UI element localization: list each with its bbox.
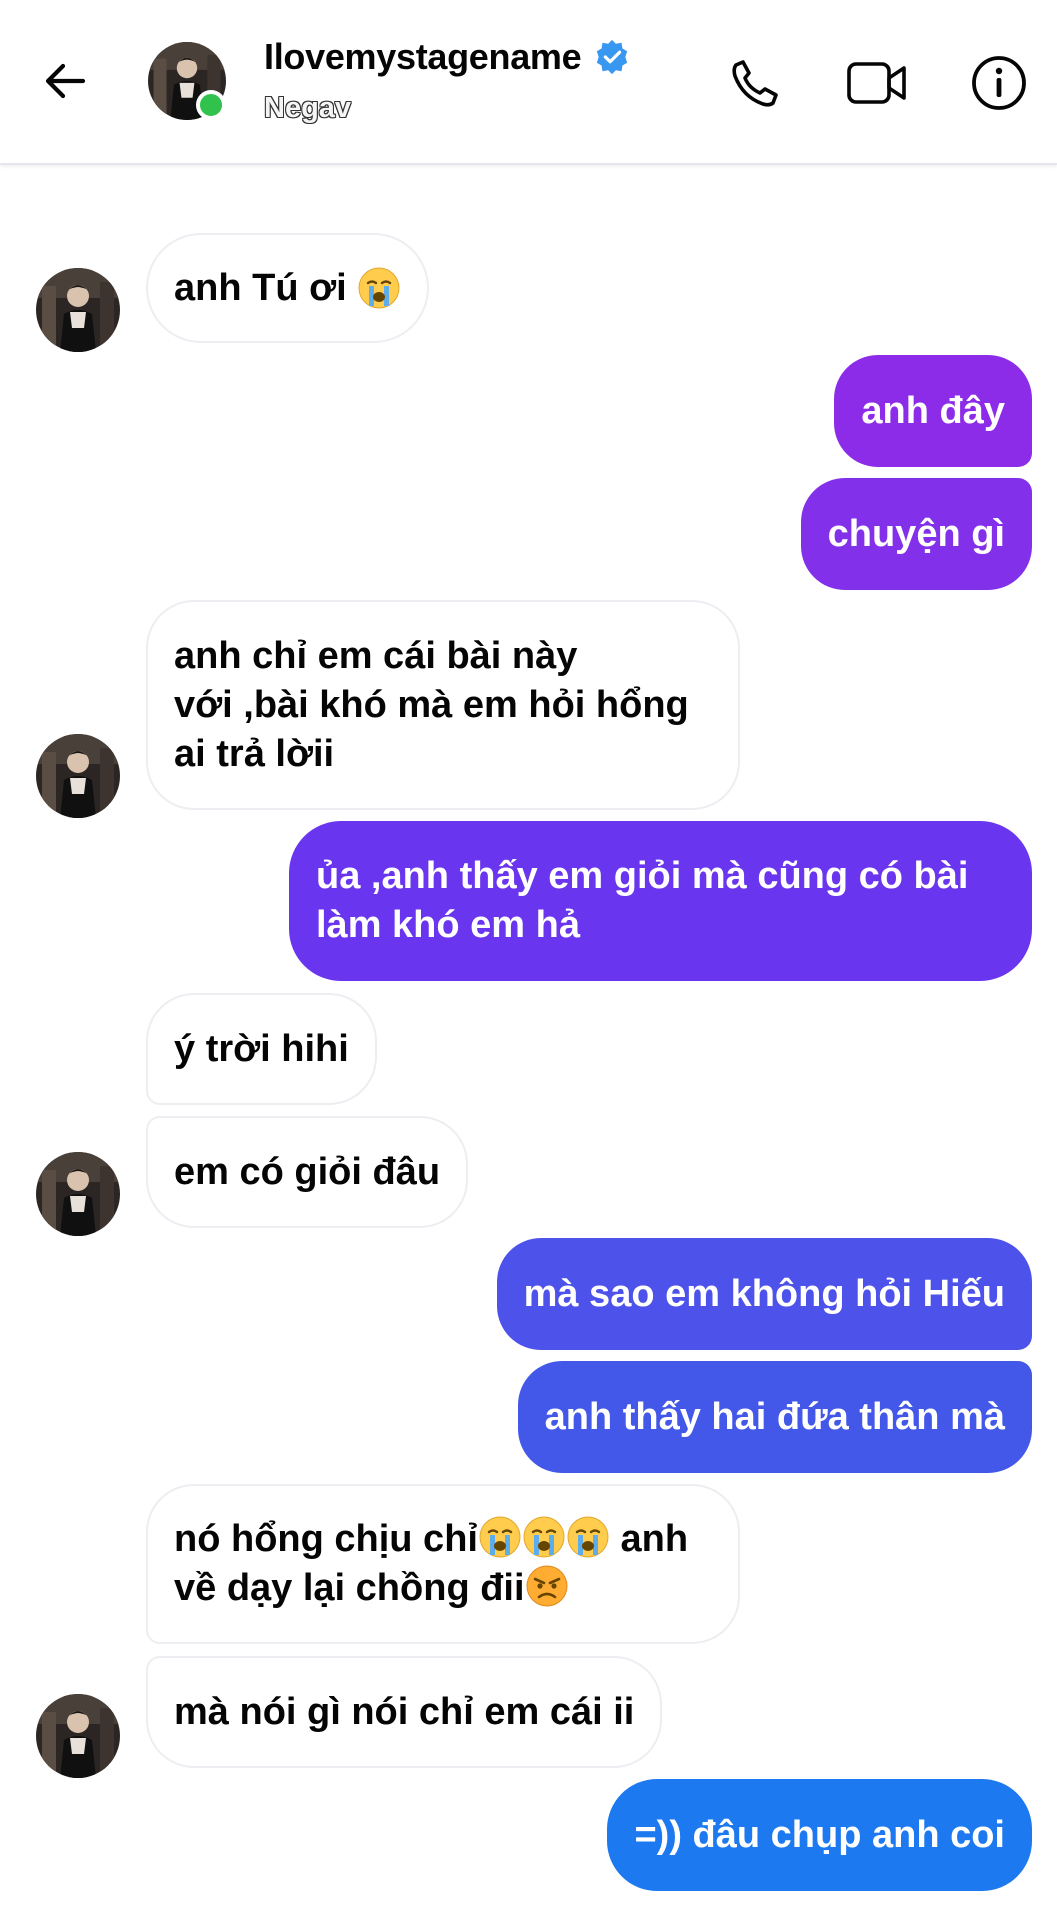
message-text-fragment: anh <box>620 1518 689 1560</box>
message-text-line: làm khó em hả <box>316 904 580 946</box>
angry-emoji-icon <box>525 1564 569 1608</box>
crying-emoji-icon <box>357 266 401 310</box>
crying-emoji-icon <box>478 1515 522 1559</box>
sender-avatar[interactable] <box>36 1152 120 1236</box>
incoming-message[interactable]: ý trời hihi <box>146 993 377 1105</box>
message-text: anh đây <box>861 389 1005 432</box>
incoming-message[interactable]: em có giỏi đâu <box>146 1116 469 1228</box>
outgoing-message[interactable]: =)) đâu chụp anh coi <box>607 1779 1032 1891</box>
incoming-message[interactable]: nó hổng chịu chỉ anh về dạy lại chồng đi… <box>146 1484 740 1644</box>
conversation-info-button[interactable] <box>964 48 1034 118</box>
info-icon <box>972 56 1026 110</box>
back-arrow-icon <box>45 63 86 99</box>
message-text: mà nói gì nói chỉ em cái ii <box>174 1690 635 1733</box>
voice-call-button[interactable] <box>720 48 790 118</box>
contact-name-row[interactable]: Ilovemystagename <box>264 36 631 78</box>
outgoing-message[interactable]: anh đây <box>834 355 1032 467</box>
incoming-message[interactable]: mà nói gì nói chỉ em cái ii <box>146 1656 663 1768</box>
incoming-message[interactable]: anh chỉ em cái bài này với ,bài khó mà e… <box>146 600 740 810</box>
phone-icon <box>732 60 778 107</box>
message-text: =)) đâu chụp anh coi <box>634 1813 1005 1856</box>
crying-emoji-icon <box>566 1515 610 1559</box>
back-button[interactable] <box>30 46 100 116</box>
online-status-indicator <box>196 90 226 120</box>
message-text-line: ủa ,anh thấy em giỏi mà cũng có bài <box>316 855 969 897</box>
sender-avatar[interactable] <box>36 268 120 352</box>
message-text: ý trời hihi <box>174 1027 349 1070</box>
video-call-button[interactable] <box>842 48 912 118</box>
message-text-fragment: nó hổng chịu chỉ <box>174 1518 478 1560</box>
message-text-fragment: về dạy lại chồng đii <box>174 1567 525 1609</box>
message-text: em có giỏi đâu <box>174 1150 441 1193</box>
message-text: anh Tú ơi <box>174 266 347 309</box>
outgoing-message[interactable]: ủa ,anh thấy em giỏi mà cũng có bài làm … <box>289 821 1032 981</box>
sender-avatar[interactable] <box>36 734 120 818</box>
message-text-line: về dạy lại chồng đii <box>174 1564 688 1613</box>
message-text-line: anh chỉ em cái bài này <box>174 634 578 677</box>
message-text: mà sao em không hỏi Hiếu <box>523 1272 1005 1315</box>
message-text-line: nó hổng chịu chỉ anh <box>174 1515 688 1564</box>
video-camera-icon <box>847 62 906 104</box>
outgoing-message[interactable]: chuyện gì <box>800 478 1032 590</box>
verified-badge-icon <box>597 39 628 75</box>
contact-subtitle: Negav <box>264 92 352 124</box>
incoming-message[interactable]: anh Tú ơi <box>146 233 430 343</box>
outgoing-message[interactable]: anh thấy hai đứa thân mà <box>517 1361 1032 1473</box>
message-text: chuyện gì <box>827 512 1005 555</box>
sender-avatar[interactable] <box>36 1694 120 1778</box>
message-text-line: với ,bài khó mà em hỏi hổng <box>174 683 689 726</box>
message-text-line: ai trả lờii <box>174 732 335 775</box>
conversation-header: Ilovemystagename Negav <box>0 0 1057 165</box>
crying-emoji-icon <box>522 1515 566 1559</box>
message-text: anh thấy hai đứa thân mà <box>544 1395 1005 1438</box>
contact-name: Ilovemystagename <box>264 36 582 77</box>
outgoing-message[interactable]: mà sao em không hỏi Hiếu <box>496 1238 1032 1350</box>
